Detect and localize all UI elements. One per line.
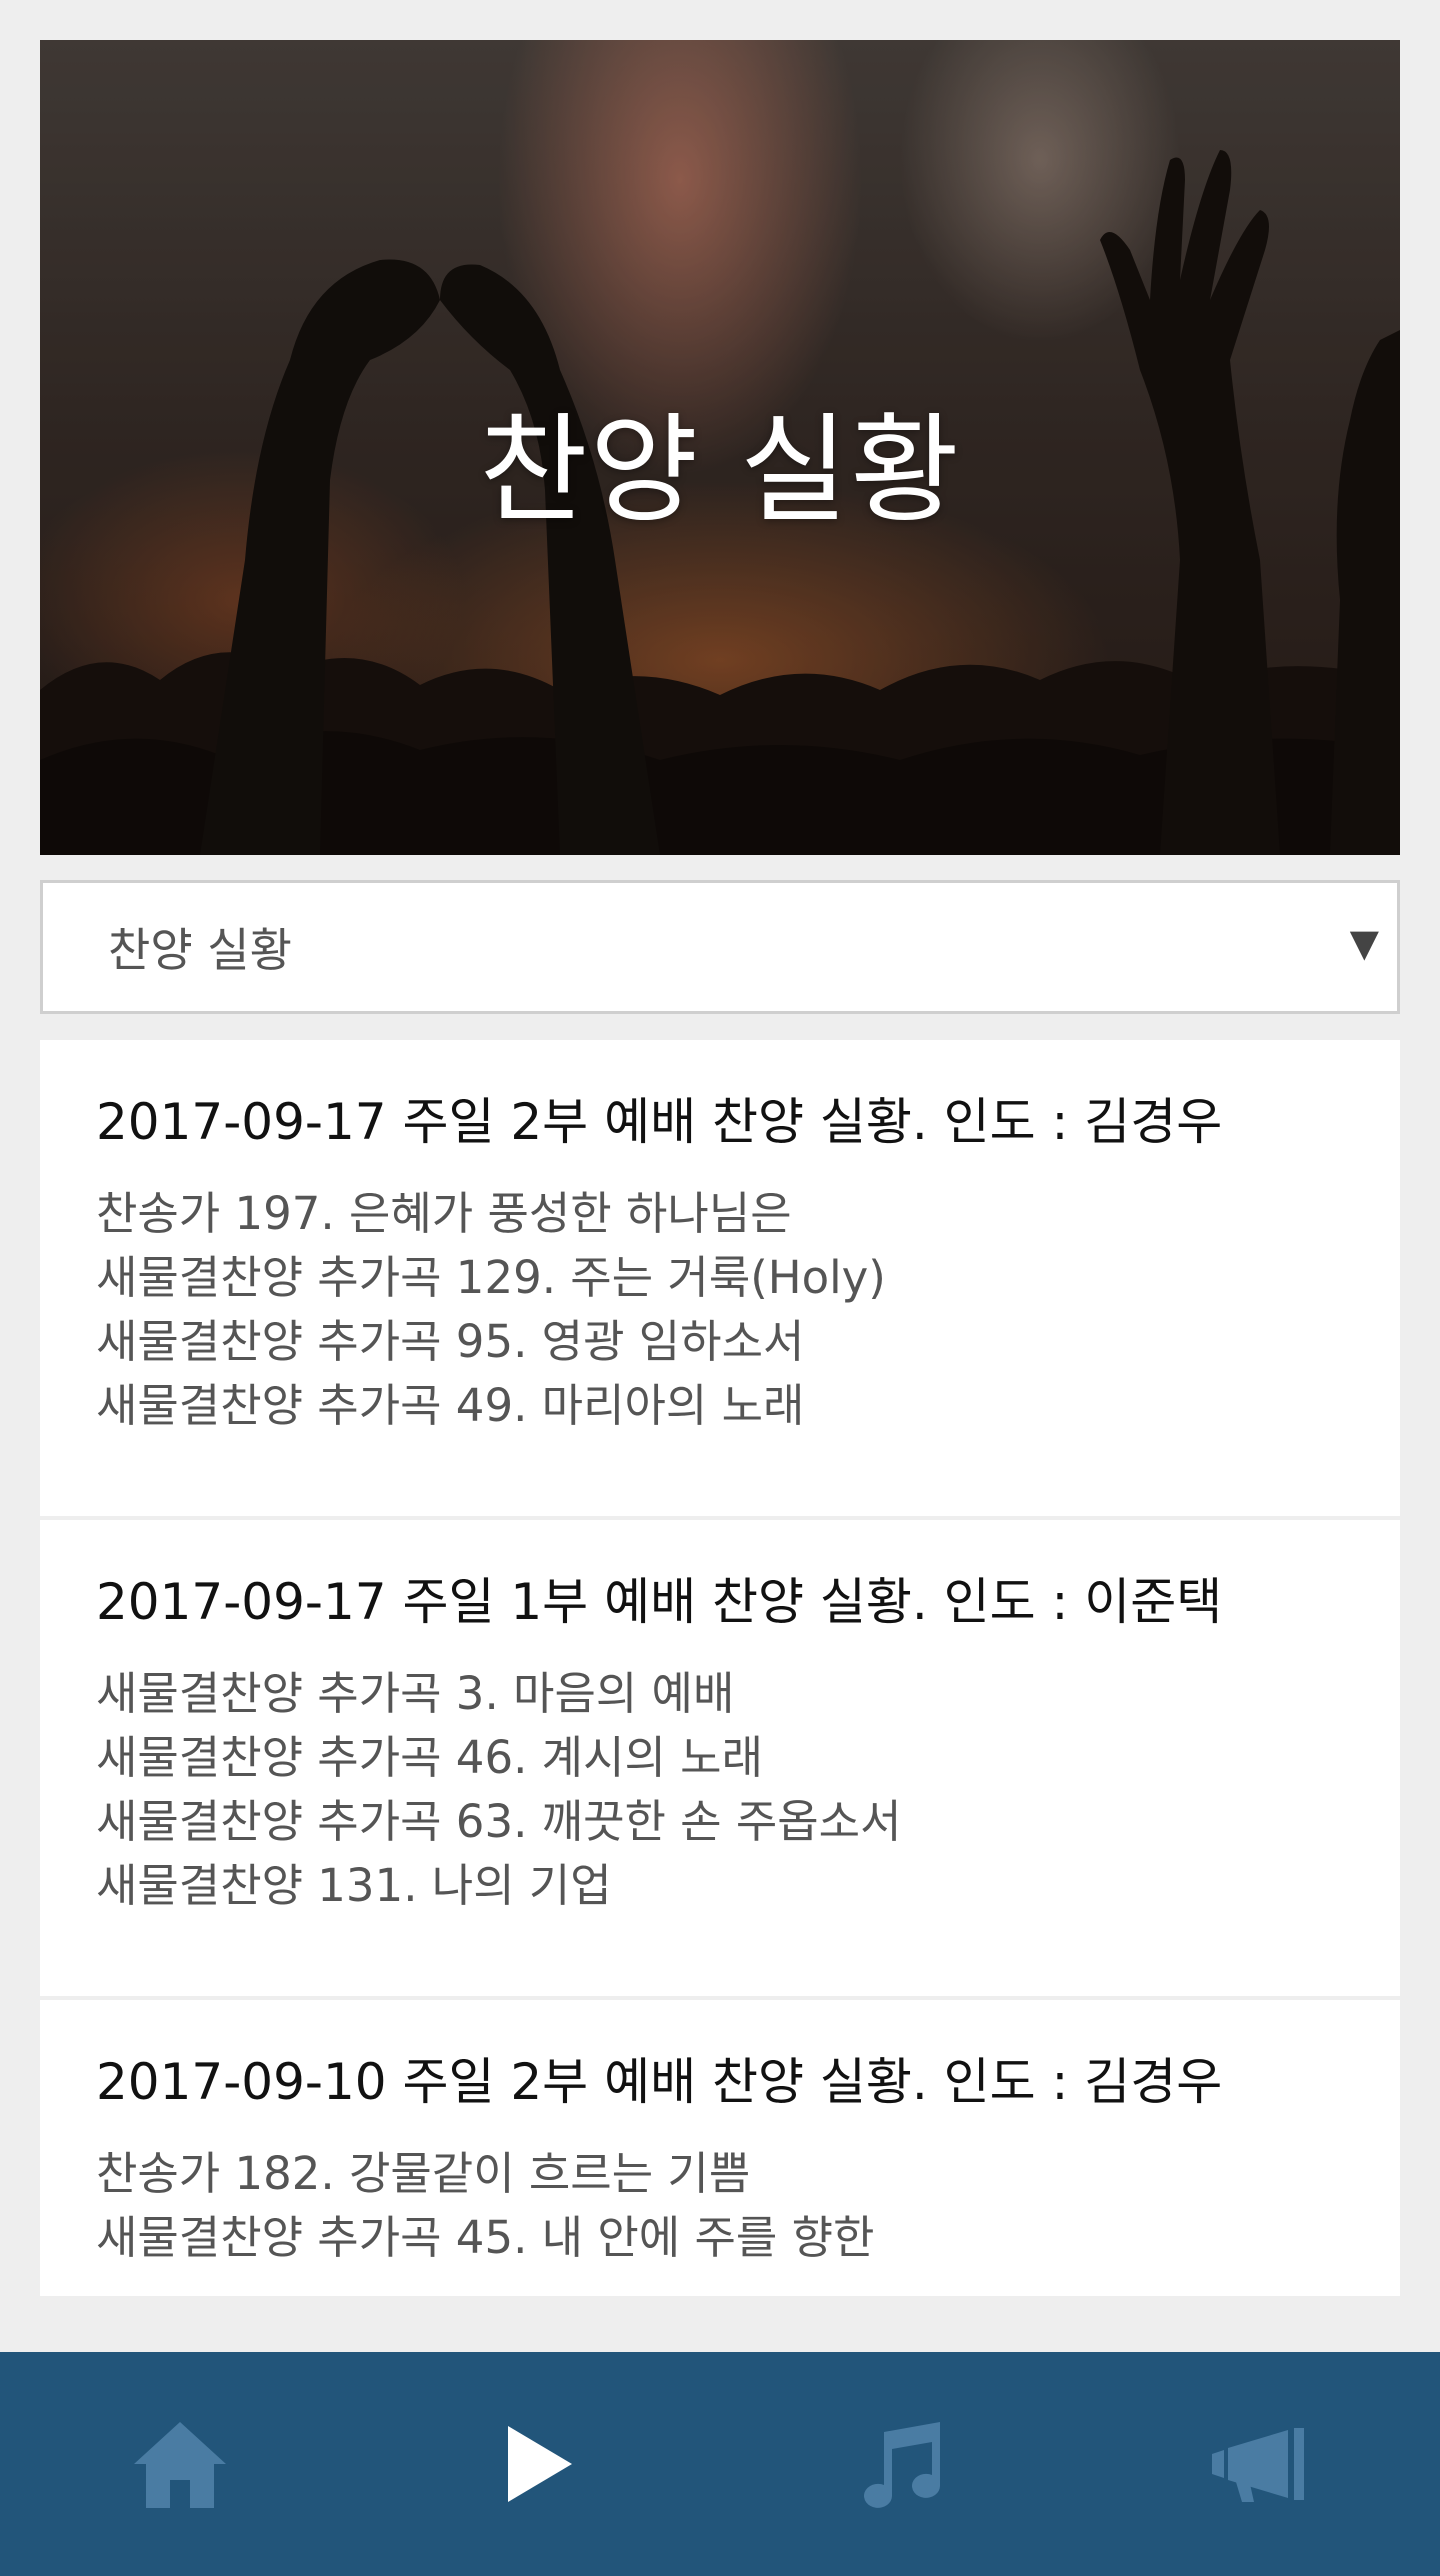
song-line: 새물결찬양 추가곡 46. 계시의 노래 (96, 1731, 763, 1784)
post-card[interactable]: 2017-09-17 주일 2부 예배 찬양 실황. 인도 : 김경우 찬송가 … (40, 1040, 1400, 1516)
category-select[interactable]: 찬양 실황 ▼ (40, 880, 1400, 1014)
hero-banner: 찬양 실황 (40, 40, 1400, 855)
song-line: 찬송가 197. 은혜가 풍성한 하나님은 (96, 1187, 792, 1240)
post-card[interactable]: 2017-09-10 주일 2부 예배 찬양 실황. 인도 : 김경우 찬송가 … (40, 2000, 1400, 2296)
song-line: 새물결찬양 추가곡 45. 내 안에 주를 향한 (96, 2211, 875, 2264)
post-list: 2017-09-17 주일 2부 예배 찬양 실황. 인도 : 김경우 찬송가 … (40, 1040, 1400, 2296)
song-line: 새물결찬양 추가곡 49. 마리아의 노래 (96, 1379, 805, 1432)
song-line: 새물결찬양 추가곡 3. 마음의 예배 (96, 1667, 735, 1720)
page-title: 찬양 실황 (479, 401, 961, 539)
post-title: 2017-09-17 주일 2부 예배 찬양 실황. 인도 : 김경우 (96, 1093, 1223, 1151)
play-icon (508, 2426, 572, 2502)
post-title: 2017-09-17 주일 1부 예배 찬양 실황. 인도 : 이준택 (96, 1573, 1223, 1631)
song-line: 새물결찬양 131. 나의 기업 (96, 1859, 612, 1912)
song-line: 새물결찬양 추가곡 129. 주는 거룩(Holy) (96, 1251, 886, 1304)
song-line: 새물결찬양 추가곡 63. 깨끗한 손 주옵소서 (96, 1795, 902, 1848)
dropdown-arrow-icon: ▼ (1349, 921, 1379, 965)
music-note-icon (864, 2422, 940, 2508)
tab-announcements[interactable] (1080, 2352, 1440, 2576)
song-line: 새물결찬양 추가곡 95. 영광 임하소서 (96, 1315, 805, 1368)
bottom-tab-bar (0, 2352, 1440, 2576)
megaphone-icon (1212, 2428, 1304, 2502)
category-select-value: 찬양 실황 (108, 923, 292, 977)
tab-music[interactable] (720, 2352, 1080, 2576)
home-icon (134, 2422, 226, 2508)
post-card[interactable]: 2017-09-17 주일 1부 예배 찬양 실황. 인도 : 이준택 새물결찬… (40, 1520, 1400, 1996)
tab-play[interactable] (360, 2352, 720, 2576)
song-line: 찬송가 182. 강물같이 흐르는 기쁨 (96, 2147, 751, 2200)
post-title: 2017-09-10 주일 2부 예배 찬양 실황. 인도 : 김경우 (96, 2053, 1223, 2111)
tab-home[interactable] (0, 2352, 360, 2576)
